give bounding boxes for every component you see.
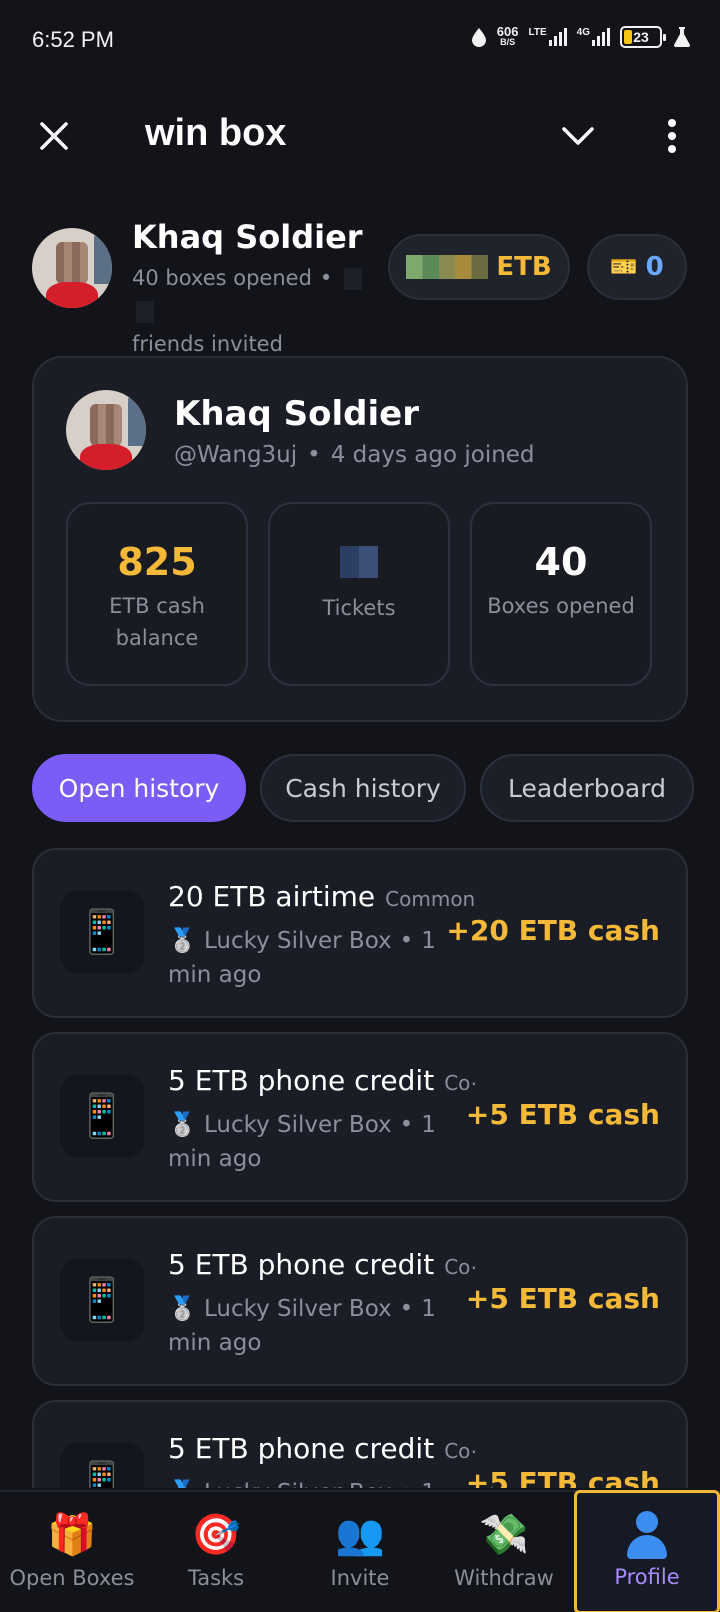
close-button[interactable]: [32, 114, 76, 158]
nav-label: Withdraw: [454, 1566, 554, 1590]
4g-signal-icon: 4G: [577, 27, 610, 46]
tab-open-history[interactable]: Open history: [32, 754, 246, 822]
profile-joined: 4 days ago joined: [330, 442, 535, 468]
silver-medal-icon: 🥈: [168, 928, 197, 954]
phone-icon: 📱: [60, 890, 144, 974]
user-meta: 40 boxes opened • friends invited: [132, 262, 382, 361]
app-header: win box: [0, 96, 720, 176]
list-item[interactable]: 📱 5 ETB phone credit Co⋯ 🥈 Lucky Silver B…: [32, 1032, 688, 1202]
silver-medal-icon: 🥈: [168, 1112, 197, 1138]
phone-icon: 📱: [60, 1074, 144, 1158]
list-item[interactable]: 📱 5 ETB phone credit Co⋯ 🥈 Lucky Silver B…: [32, 1400, 688, 1488]
gift-icon: 🎁: [47, 1512, 97, 1558]
item-source: 🥈 Lucky Silver Box•1 min ago: [168, 1476, 478, 1488]
list-item[interactable]: 📱 20 ETB airtime Common 🥈 Lucky Silver Bo…: [32, 848, 688, 1018]
item-amount: +20 ETB cash: [446, 914, 660, 947]
currency-label: ETB: [496, 252, 552, 282]
item-title: 20 ETB airtime: [168, 880, 376, 913]
item-amount: +5 ETB cash: [465, 1098, 660, 1131]
bottom-nav: 🎁 Open Boxes 🎯 Tasks 👥 Invite 💸 Withdraw…: [0, 1490, 720, 1612]
nav-invite[interactable]: 👥 Invite: [288, 1492, 432, 1612]
more-options-button[interactable]: [650, 114, 694, 158]
user-name: Khaq Soldier: [132, 218, 363, 256]
stat-label: Boxes opened: [487, 594, 635, 618]
more-vertical-icon: [668, 119, 676, 153]
money-wings-icon: 💸: [479, 1512, 529, 1558]
profile-card: Khaq Soldier @Wang3uj • 4 days ago joined …: [32, 356, 688, 722]
friends-invited-text: friends invited: [132, 332, 283, 356]
item-source: 🥈 Lucky Silver Box•1 min ago: [168, 1296, 436, 1356]
tab-cash-history[interactable]: Cash history: [260, 754, 466, 822]
phone-icon: 📱: [60, 1258, 144, 1342]
item-amount: +5 ETB cash: [465, 1466, 660, 1488]
item-rarity: Co⋯: [444, 1071, 478, 1095]
tickets-count: 0: [645, 252, 664, 282]
item-rarity: Common: [385, 887, 476, 911]
page-title: win box: [145, 112, 287, 154]
person-icon: [625, 1511, 669, 1559]
tab-leaderboard[interactable]: Leaderboard: [480, 754, 694, 822]
stat-label: ETB cash balance: [109, 594, 205, 650]
close-icon: [40, 122, 68, 150]
battery-icon: 23: [620, 26, 666, 48]
status-icons: 606 B/S LTE 4G 23: [471, 24, 692, 48]
status-time: 6:52 PM: [32, 27, 114, 52]
chevron-down-icon: [562, 127, 594, 145]
nav-open-boxes[interactable]: 🎁 Open Boxes: [0, 1492, 144, 1612]
stat-value: 40: [534, 540, 588, 584]
user-summary: Khaq Soldier 40 boxes opened • friends in…: [0, 210, 720, 356]
list-item[interactable]: 📱 5 ETB phone credit Co⋯ 🥈 Lucky Silver B…: [32, 1216, 688, 1386]
stat-tickets: Tickets: [268, 502, 450, 686]
stat-label: Tickets: [322, 596, 396, 620]
boxes-opened-text: 40 boxes opened: [132, 266, 312, 290]
nav-tasks[interactable]: 🎯 Tasks: [144, 1492, 288, 1612]
item-amount: +5 ETB cash: [465, 1282, 660, 1315]
nav-profile[interactable]: Profile: [574, 1490, 720, 1612]
flask-icon: [674, 27, 690, 47]
blurred-balance: [406, 255, 489, 279]
stat-value: 825: [117, 540, 197, 584]
net-speed: 606 B/S: [496, 24, 519, 47]
etb-balance-pill[interactable]: ETB: [388, 234, 570, 300]
silver-medal-icon: 🥈: [168, 1480, 197, 1488]
profile-meta: @Wang3uj • 4 days ago joined: [174, 442, 535, 468]
target-icon: 🎯: [191, 1512, 241, 1558]
open-history-list: 📱 20 ETB airtime Common 🥈 Lucky Silver Bo…: [32, 848, 688, 1488]
stat-cash-balance: 825 ETB cash balance: [66, 502, 248, 686]
item-source: 🥈 Lucky Silver Box•1 min ago: [168, 1112, 436, 1172]
item-title: 5 ETB phone credit: [168, 1064, 435, 1097]
nav-label: Open Boxes: [9, 1566, 135, 1590]
item-source: 🥈 Lucky Silver Box•1 min ago: [168, 928, 436, 988]
lte-signal-icon: LTE: [529, 27, 567, 46]
data-saver-icon: [471, 28, 486, 47]
silver-medal-icon: 🥈: [168, 1296, 197, 1322]
stat-boxes-opened: 40 Boxes opened: [470, 502, 652, 686]
nav-label: Invite: [330, 1566, 390, 1590]
item-title: 5 ETB phone credit: [168, 1432, 435, 1465]
people-icon: 👥: [335, 1512, 385, 1558]
avatar[interactable]: [32, 228, 112, 308]
history-tabs: Open history Cash history Leaderboard: [32, 754, 720, 824]
nav-withdraw[interactable]: 💸 Withdraw: [432, 1492, 576, 1612]
collapse-button[interactable]: [556, 114, 600, 158]
blurred-tickets-value: [340, 546, 378, 578]
ticket-icon: 🎫: [610, 254, 638, 280]
phone-icon: 📱: [60, 1442, 144, 1488]
profile-name: Khaq Soldier: [174, 394, 419, 434]
tickets-pill[interactable]: 🎫 0: [587, 234, 687, 300]
profile-avatar: [66, 390, 146, 470]
nav-label: Tasks: [187, 1566, 245, 1590]
item-rarity: Co⋯: [444, 1439, 478, 1463]
item-title: 5 ETB phone credit: [168, 1248, 435, 1281]
status-bar: 6:52 PM 606 B/S LTE 4G 23: [0, 0, 720, 82]
item-rarity: Co⋯: [444, 1255, 478, 1279]
nav-label: Profile: [614, 1565, 680, 1589]
profile-handle: @Wang3uj: [174, 442, 298, 468]
